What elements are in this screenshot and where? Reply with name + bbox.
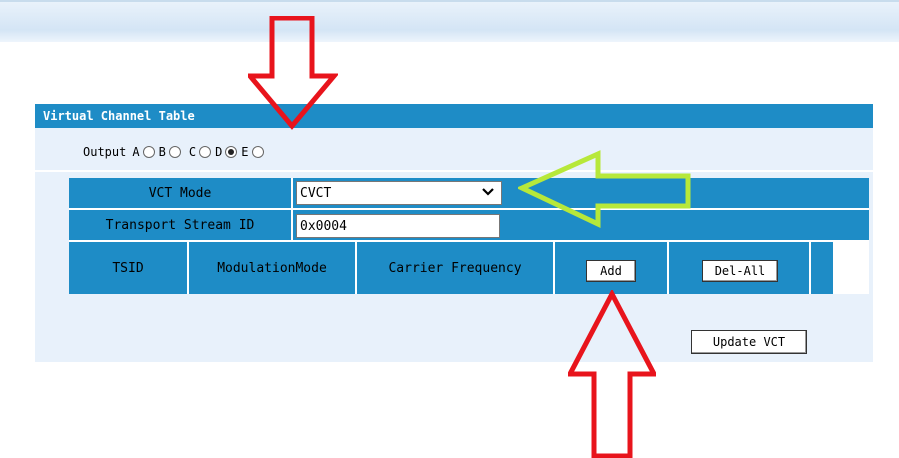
vct-grid: VCT Mode CVCT Transport Stream ID 0x0004… [69,178,869,294]
red-down-arrow-icon [248,16,338,130]
column-header-tsid: TSID [69,242,187,294]
output-option-e-label: E [241,145,249,159]
output-radio-d[interactable] [225,146,238,158]
del-all-button[interactable]: Del-All [702,260,778,282]
ts-id-label: Transport Stream ID [105,217,255,233]
column-header-carrier: Carrier Frequency [357,242,553,294]
output-option-a-label: A [132,145,140,159]
output-radio-b[interactable] [168,146,181,158]
chevron-down-icon [481,186,495,200]
spacer-cell [811,242,833,294]
column-header-modulation: ModulationMode [189,242,355,294]
column-header-modulation-label: ModulationMode [217,260,327,276]
output-option-d-label: D [215,145,223,159]
ts-id-label-cell: Transport Stream ID [69,210,291,240]
red-up-arrow-icon [568,290,656,458]
output-label: Output [83,145,127,159]
vct-mode-value: CVCT [300,185,332,201]
column-header-tsid-label: TSID [112,260,144,276]
add-button[interactable]: Add [586,260,636,282]
vct-mode-label: VCT Mode [148,185,212,201]
vct-mode-select[interactable]: CVCT [296,181,502,205]
virtual-channel-table-panel: Virtual Channel Table Output A B C D E V… [35,104,873,362]
column-header-carrier-label: Carrier Frequency [388,260,522,276]
ts-id-value: 0x0004 [300,218,347,234]
output-radio-c[interactable] [199,146,212,158]
panel-title: Virtual Channel Table [35,104,873,128]
top-banner [0,0,899,42]
update-vct-button[interactable]: Update VCT [691,330,807,354]
output-option-c-label: C [188,145,197,159]
ts-id-input[interactable]: 0x0004 [296,214,500,238]
output-selector: Output A B C D E [83,142,266,162]
output-option-b-label: B [158,145,166,159]
divider [35,170,873,172]
vct-mode-label-cell: VCT Mode [69,178,291,208]
green-left-arrow-icon [518,150,691,228]
output-radio-a[interactable] [142,146,155,158]
output-radio-e[interactable] [251,146,264,158]
